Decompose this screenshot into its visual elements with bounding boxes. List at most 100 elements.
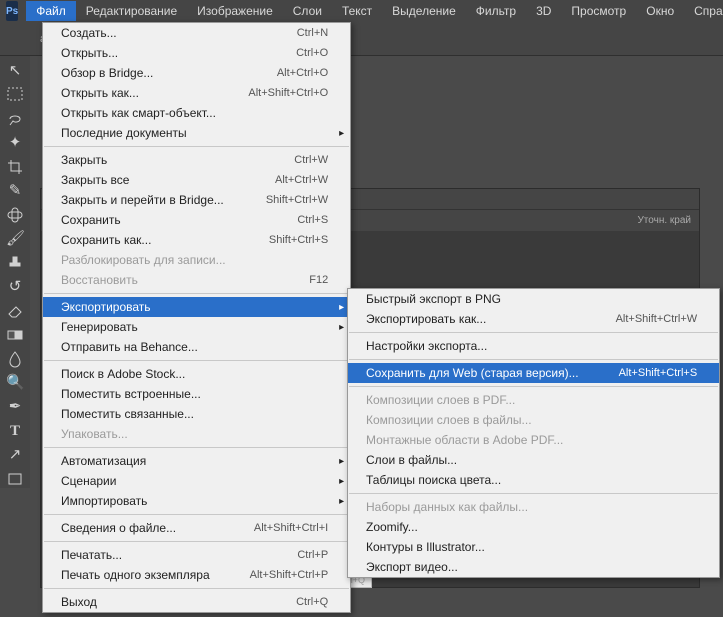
export-menu-item-7: Композиции слоев в PDF... (348, 390, 719, 410)
healing-tool-icon[interactable] (6, 206, 24, 224)
file-menu-label-0: Создать... (61, 26, 117, 40)
file-menu-item-21[interactable]: Поместить связанные... (43, 404, 350, 424)
file-menu-item-9[interactable]: Закрыть и перейти в Bridge...Shift+Ctrl+… (43, 190, 350, 210)
menu-3d[interactable]: 3D (526, 1, 561, 21)
export-menu-label-1: Экспортировать как... (366, 312, 486, 326)
dodge-tool-icon[interactable]: 🔍 (6, 374, 24, 392)
export-menu-item-10[interactable]: Слои в файлы... (348, 450, 719, 470)
file-menu-shortcut-10: Ctrl+S (297, 214, 328, 226)
gradient-tool-icon[interactable] (6, 326, 24, 344)
export-menu-label-14: Zoomify... (366, 520, 418, 534)
file-menu-item-8[interactable]: Закрыть все Alt+Ctrl+W (43, 170, 350, 190)
export-menu-label-0: Быстрый экспорт в PNG (366, 292, 501, 306)
file-menu-shortcut-28: Alt+Shift+Ctrl+I (254, 522, 328, 534)
eraser-tool-icon[interactable] (6, 302, 24, 320)
shape-tool-icon[interactable] (6, 470, 24, 488)
export-menu-item-15[interactable]: Контуры в Illustrator... (348, 537, 719, 557)
blur-tool-icon[interactable] (6, 350, 24, 368)
file-menu-item-31[interactable]: Печать одного экземпляраAlt+Shift+Ctrl+P (43, 565, 350, 585)
file-menu-item-5[interactable]: Последние документы (43, 123, 350, 143)
file-menu-label-24: Автоматизация (61, 454, 146, 468)
export-menu-item-1[interactable]: Экспортировать как...Alt+Shift+Ctrl+W (348, 309, 719, 329)
export-menu-item-5[interactable]: Сохранить для Web (старая версия)...Alt+… (348, 363, 719, 383)
file-menu-shortcut-11: Shift+Ctrl+S (269, 234, 328, 246)
export-menu-item-8: Композиции слоев в файлы... (348, 410, 719, 430)
file-menu-label-13: Восстановить (61, 273, 138, 287)
file-menu-item-25[interactable]: Сценарии (43, 471, 350, 491)
file-dropdown: Создать...Ctrl+NОткрыть...Ctrl+OОбзор в … (42, 22, 351, 613)
menu-select[interactable]: Выделение (382, 1, 466, 21)
file-menu-label-8: Закрыть все (61, 173, 129, 187)
export-menu-label-10: Слои в файлы... (366, 453, 457, 467)
marquee-tool-icon[interactable] (6, 86, 24, 104)
file-menu-item-4[interactable]: Открыть как смарт-объект... (43, 103, 350, 123)
export-menu-label-3: Настройки экспорта... (366, 339, 487, 353)
file-menu-item-33[interactable]: ВыходCtrl+Q (43, 592, 350, 612)
file-menu-label-4: Открыть как смарт-объект... (61, 106, 216, 120)
file-menu-item-0[interactable]: Создать...Ctrl+N (43, 23, 350, 43)
export-menu-label-8: Композиции слоев в файлы... (366, 413, 532, 427)
file-menu-item-15[interactable]: Экспортировать (43, 297, 350, 317)
file-menu-item-17[interactable]: Отправить на Behance... (43, 337, 350, 357)
file-menu-item-19[interactable]: Поиск в Adobe Stock... (43, 364, 350, 384)
menu-edit[interactable]: Редактирование (76, 1, 187, 21)
file-menu-shortcut-13: F12 (309, 274, 328, 286)
path-select-icon[interactable]: ↗ (6, 446, 24, 464)
menu-text[interactable]: Текст (332, 1, 382, 21)
file-menu-item-28[interactable]: Сведения о файле...Alt+Shift+Ctrl+I (43, 518, 350, 538)
file-menu-item-2[interactable]: Обзор в Bridge...Alt+Ctrl+O (43, 63, 350, 83)
export-menu-label-9: Монтажные области в Adobe PDF... (366, 433, 563, 447)
export-menu-item-13: Наборы данных как файлы... (348, 497, 719, 517)
menu-help[interactable]: Справка (684, 1, 723, 21)
file-menu-item-16[interactable]: Генерировать (43, 317, 350, 337)
history-brush-icon[interactable]: ↺ (6, 278, 24, 296)
file-menu-item-11[interactable]: Сохранить как... Shift+Ctrl+S (43, 230, 350, 250)
file-menu-label-21: Поместить связанные... (61, 407, 194, 421)
export-menu-item-0[interactable]: Быстрый экспорт в PNG (348, 289, 719, 309)
pen-tool-icon[interactable]: ✒ (6, 398, 24, 416)
brush-tool-icon[interactable]: 🖌 (6, 230, 24, 248)
file-menu-label-31: Печать одного экземпляра (61, 568, 210, 582)
menu-window[interactable]: Окно (636, 1, 684, 21)
type-tool-icon[interactable]: T (6, 422, 24, 440)
file-menu-item-3[interactable]: Открыть как... Alt+Shift+Ctrl+O (43, 83, 350, 103)
menu-image[interactable]: Изображение (187, 1, 283, 21)
menu-view[interactable]: Просмотр (561, 1, 636, 21)
file-menu-item-26[interactable]: Импортировать (43, 491, 350, 511)
eyedropper-tool-icon[interactable]: ✎ (6, 182, 24, 200)
menu-file[interactable]: Файл (26, 1, 76, 21)
file-menu-item-24[interactable]: Автоматизация (43, 451, 350, 471)
export-menu-label-11: Таблицы поиска цвета... (366, 473, 501, 487)
menu-filter[interactable]: Фильтр (466, 1, 526, 21)
file-menu-label-11: Сохранить как... (61, 233, 151, 247)
file-menu-label-16: Генерировать (61, 320, 138, 334)
file-menu-label-22: Упаковать... (61, 427, 128, 441)
lasso-tool-icon[interactable] (6, 110, 24, 128)
file-menu-label-15: Экспортировать (61, 300, 151, 314)
export-menu-item-16[interactable]: Экспорт видео... (348, 557, 719, 577)
file-menu-label-25: Сценарии (61, 474, 116, 488)
wand-tool-icon[interactable]: ✦ (6, 134, 24, 152)
export-menu-label-15: Контуры в Illustrator... (366, 540, 485, 554)
export-menu-label-5: Сохранить для Web (старая версия)... (366, 366, 579, 380)
crop-tool-icon[interactable] (6, 158, 24, 176)
menubar: Ps Файл Редактирование Изображение Слои … (0, 0, 723, 22)
file-menu-label-30: Печатать... (61, 548, 122, 562)
file-menu-label-33: Выход (61, 595, 97, 609)
export-menu-item-3[interactable]: Настройки экспорта... (348, 336, 719, 356)
move-tool-icon[interactable]: ↖ (6, 62, 24, 80)
file-menu-item-30[interactable]: Печатать...Ctrl+P (43, 545, 350, 565)
file-menu-label-3: Открыть как... (61, 86, 139, 100)
export-menu-item-14[interactable]: Zoomify... (348, 517, 719, 537)
file-menu-shortcut-8: Alt+Ctrl+W (275, 174, 328, 186)
file-menu-item-10[interactable]: СохранитьCtrl+S (43, 210, 350, 230)
export-menu-item-11[interactable]: Таблицы поиска цвета... (348, 470, 719, 490)
app-icon: Ps (6, 1, 18, 21)
file-menu-item-7[interactable]: ЗакрытьCtrl+W (43, 150, 350, 170)
file-menu-item-1[interactable]: Открыть...Ctrl+O (43, 43, 350, 63)
menu-layers[interactable]: Слои (283, 1, 332, 21)
export-submenu: Быстрый экспорт в PNG Экспортировать как.… (347, 288, 720, 578)
file-menu-item-20[interactable]: Поместить встроенные... (43, 384, 350, 404)
stamp-tool-icon[interactable] (6, 254, 24, 272)
file-menu-shortcut-3: Alt+Shift+Ctrl+O (248, 87, 328, 99)
